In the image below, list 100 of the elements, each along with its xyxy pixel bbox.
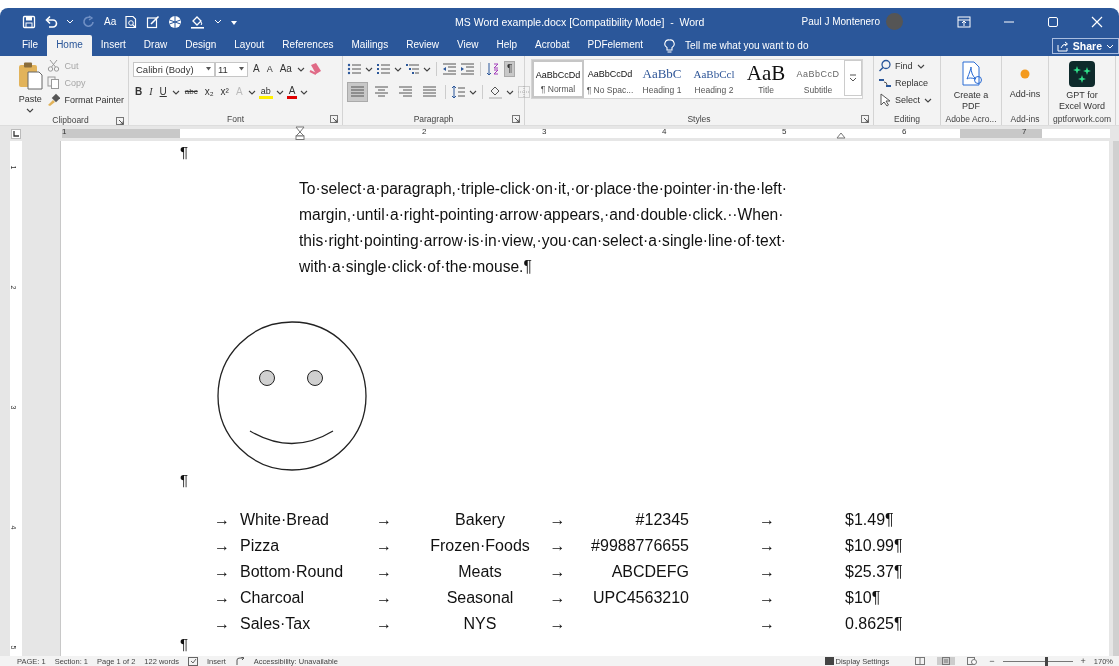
style-option[interactable]: AaBbCcDd ¶ No Spac... xyxy=(584,60,636,98)
ribbon-tab[interactable]: Help xyxy=(487,35,527,56)
highlight-button[interactable]: ab xyxy=(258,85,273,99)
underline-button[interactable]: U xyxy=(157,85,169,99)
paintbrush-icon xyxy=(47,93,61,107)
ribbon-tab[interactable]: PDFelement xyxy=(578,35,653,56)
increase-indent-icon[interactable] xyxy=(460,62,475,76)
align-left-icon xyxy=(350,85,365,99)
ribbon-tab[interactable]: Design xyxy=(176,35,226,56)
subscript-button[interactable]: x₂ xyxy=(202,85,216,99)
font-case-button[interactable]: Aa xyxy=(104,16,117,27)
font-color-button[interactable]: A xyxy=(286,85,298,99)
ribbon-tab[interactable]: Insert xyxy=(91,35,135,56)
select-button[interactable]: Select xyxy=(878,93,932,107)
change-case-button[interactable]: Aa xyxy=(277,62,294,76)
style-option[interactable]: AaBbCcl Heading 2 xyxy=(688,60,740,98)
list-text: Pizza xyxy=(240,537,280,555)
paste-button[interactable]: Paste xyxy=(17,59,44,114)
caret-icon[interactable] xyxy=(296,65,305,73)
font-name-dropdown[interactable]: Calibri (Body) xyxy=(133,61,215,77)
find-button[interactable]: Find xyxy=(878,59,932,73)
replace-icon xyxy=(878,76,891,90)
ribbon-tab[interactable]: Mailings xyxy=(342,35,398,56)
ribbon-tab[interactable]: View xyxy=(447,35,488,56)
align-right-icon xyxy=(398,85,413,99)
ruler-number: 1 xyxy=(62,127,67,136)
proofing-icon[interactable] xyxy=(187,656,198,666)
decrease-indent-icon[interactable] xyxy=(442,62,457,76)
italic-button[interactable]: I xyxy=(147,85,155,99)
close-icon[interactable] xyxy=(1091,15,1103,28)
ribbon-tab[interactable]: Review xyxy=(397,35,448,56)
caret-icon[interactable] xyxy=(365,65,373,73)
paint-bucket-icon[interactable] xyxy=(190,14,207,29)
pencil-icon[interactable] xyxy=(146,14,161,29)
multilevel-list-icon[interactable] xyxy=(405,62,420,76)
save-icon[interactable] xyxy=(22,14,36,29)
shrink-font-button[interactable]: A xyxy=(264,62,275,76)
show-marks-button[interactable]: ¶ xyxy=(504,61,516,77)
tab-arrow: → xyxy=(549,615,566,633)
style-option[interactable]: AaBbC Heading 1 xyxy=(636,60,688,98)
caret-icon[interactable] xyxy=(275,88,284,96)
caret-icon[interactable] xyxy=(469,88,477,96)
ribbon-tab[interactable]: Acrobat xyxy=(526,35,579,56)
caret-icon xyxy=(205,66,212,72)
list-text: 0.8625¶ xyxy=(845,615,903,633)
scissors-icon xyxy=(47,59,61,73)
replace-button[interactable]: Replace xyxy=(878,76,932,90)
add-ins-button[interactable]: Add-ins xyxy=(1006,59,1044,100)
caret-icon[interactable] xyxy=(394,65,402,73)
print-layout-button[interactable] xyxy=(937,657,956,665)
ribbon-tab[interactable]: Home xyxy=(47,35,92,56)
bold-button[interactable]: B xyxy=(133,85,145,99)
list-text: $25.37¶ xyxy=(845,563,903,581)
painter-button[interactable]: Format Painter xyxy=(47,93,124,107)
share-button[interactable]: Share xyxy=(1051,38,1119,54)
ribbon-tab[interactable]: References xyxy=(273,35,343,56)
sort-icon[interactable] xyxy=(486,62,501,76)
search-prompt[interactable]: Tell me what you want to do xyxy=(685,40,809,51)
create-pdf-button[interactable]: Create a PDF xyxy=(945,59,997,112)
caret-icon[interactable] xyxy=(247,88,256,96)
caret-icon[interactable] xyxy=(300,88,309,96)
undo-icon[interactable] xyxy=(44,14,58,29)
group-label: Styles xyxy=(687,113,711,124)
style-option[interactable]: AaBbCcDd ¶ Normal xyxy=(532,60,584,98)
tab-arrow: → xyxy=(549,511,566,529)
dialog-launcher-icon[interactable] xyxy=(512,115,520,123)
style-option[interactable]: AaBbCcD Subtitle xyxy=(792,60,844,98)
style-option[interactable]: AaB Title xyxy=(740,60,792,98)
ruler-number: 7 xyxy=(1022,127,1027,136)
hanging-indent-marker-icon[interactable] xyxy=(836,131,846,139)
font-size-dropdown[interactable]: 11 xyxy=(215,61,248,77)
align-center-icon xyxy=(374,85,389,99)
scrollbar[interactable] xyxy=(1113,141,1119,656)
ribbon-tab[interactable]: File xyxy=(13,35,48,56)
numbering-icon[interactable] xyxy=(376,62,391,76)
zoom-in-button[interactable]: + xyxy=(1080,656,1086,666)
paint-bucket-icon[interactable] xyxy=(488,85,503,99)
line-spacing-icon[interactable] xyxy=(451,85,466,99)
dialog-launcher-icon[interactable] xyxy=(116,117,124,125)
ribbon-tab[interactable]: Layout xyxy=(225,35,274,56)
indent-marker-icon[interactable] xyxy=(295,126,305,140)
tab-selector-icon[interactable] xyxy=(11,128,21,139)
strikethrough-button[interactable]: abc xyxy=(182,85,200,99)
dialog-launcher-icon[interactable] xyxy=(330,115,338,123)
caret-icon[interactable] xyxy=(423,65,431,73)
paragraph-text: To·select·a·paragraph,·triple-click·on·it,·or·place·the·pointer·in·the·left· margin,·until·a·right-pointing·arrow·appears,·and·double·click.··When· this·right·pointing·arrow·is·in·view,·you·can·select·a·single·line·of·text· with·a·single·click·of·the·mouse.¶ xyxy=(299,179,788,277)
gpt-button[interactable]: GPT for Excel Word xyxy=(1053,59,1111,112)
ribbon-display-icon[interactable] xyxy=(957,15,971,28)
maximize-icon[interactable] xyxy=(1047,15,1059,28)
ball-icon[interactable] xyxy=(168,14,183,29)
print-preview-icon[interactable] xyxy=(124,14,139,29)
bullets-icon[interactable] xyxy=(347,62,362,76)
caret-icon[interactable] xyxy=(506,88,514,96)
superscript-button[interactable]: x² xyxy=(218,85,231,99)
caret-icon[interactable] xyxy=(171,88,180,96)
clipboard-icon xyxy=(17,61,44,91)
zoom-out-button[interactable]: − xyxy=(989,656,995,666)
ribbon-tab[interactable]: Draw xyxy=(134,35,177,56)
grow-font-button[interactable]: A xyxy=(251,62,262,76)
dialog-launcher-icon[interactable] xyxy=(861,115,869,123)
